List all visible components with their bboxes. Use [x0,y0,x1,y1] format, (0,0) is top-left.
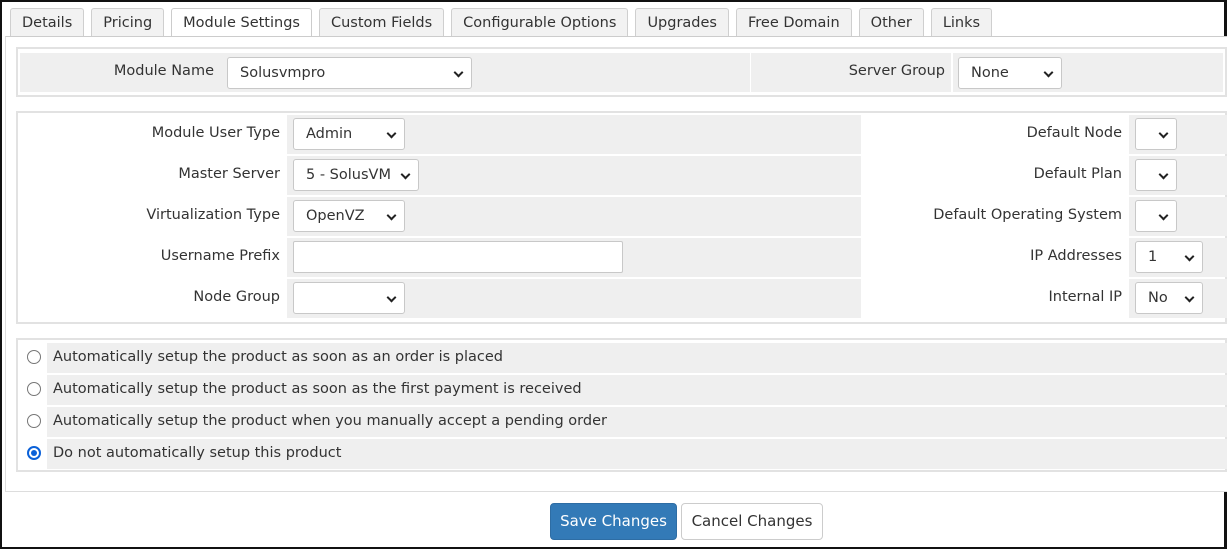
module-user-type-value: Admin [306,126,353,142]
virtualization-type-value: OpenVZ [306,208,365,224]
chevron-down-icon [386,292,397,303]
tab-bar: Details Pricing Module Settings Custom F… [10,8,999,38]
tab-pricing[interactable]: Pricing [91,8,165,36]
setup-option-label[interactable]: Automatically setup the product when you… [53,406,607,436]
module-name-select[interactable]: Solusvmpro [227,57,472,89]
tab-free-domain[interactable]: Free Domain [736,8,852,36]
internal-ip-label: Internal IP [1048,289,1122,305]
server-group-label: Server Group [848,63,945,79]
tab-module-settings[interactable]: Module Settings [171,8,312,38]
virtualization-type-label: Virtualization Type [146,207,280,223]
server-group-value: None [971,65,1009,81]
chevron-down-icon [1184,292,1195,303]
default-node-select[interactable] [1135,118,1177,150]
master-server-select[interactable]: 5 - SolusVM [293,159,419,191]
internal-ip-value: No [1148,290,1168,306]
tab-configurable-options[interactable]: Configurable Options [451,8,629,36]
master-server-label: Master Server [178,166,280,182]
server-group-select[interactable]: None [958,57,1062,89]
setup-option-radio-order-placed[interactable] [27,350,41,364]
default-os-select[interactable] [1135,200,1177,232]
default-plan-select[interactable] [1135,159,1177,191]
virtualization-type-select[interactable]: OpenVZ [293,200,405,232]
tab-other[interactable]: Other [858,8,924,36]
module-user-type-label: Module User Type [151,125,280,141]
chevron-down-icon [1184,251,1195,262]
chevron-down-icon [453,67,464,78]
username-prefix-label: Username Prefix [160,248,280,264]
ip-addresses-value: 1 [1148,249,1158,265]
username-prefix-input[interactable] [293,241,623,273]
chevron-down-icon [1043,67,1054,78]
tab-details[interactable]: Details [10,8,85,36]
module-name-value: Solusvmpro [240,65,326,81]
ip-addresses-select[interactable]: 1 [1135,241,1203,273]
setup-option-radio-no-auto-setup[interactable] [27,446,41,460]
setup-option-label[interactable]: Do not automatically setup this product [53,438,341,468]
chevron-down-icon [400,169,411,180]
setup-option-label[interactable]: Automatically setup the product as soon … [53,342,503,372]
default-os-label: Default Operating System [933,207,1122,223]
chevron-down-icon [1158,210,1169,221]
tab-custom-fields[interactable]: Custom Fields [318,8,445,36]
chevron-down-icon [1158,128,1169,139]
chevron-down-icon [386,210,397,221]
module-name-label: Module Name [113,63,214,79]
setup-option-radio-manual-accept[interactable] [27,414,41,428]
tab-links[interactable]: Links [930,8,993,36]
tab-upgrades[interactable]: Upgrades [635,8,729,36]
master-server-value: 5 - SolusVM [306,167,391,183]
node-group-label: Node Group [193,289,280,305]
default-node-label: Default Node [1026,125,1122,141]
ip-addresses-label: IP Addresses [1030,248,1122,264]
default-plan-label: Default Plan [1033,166,1122,182]
save-changes-button[interactable]: Save Changes [550,503,677,540]
chevron-down-icon [386,128,397,139]
setup-option-label[interactable]: Automatically setup the product as soon … [53,374,582,404]
node-group-select[interactable] [293,282,405,314]
setup-option-radio-payment-received[interactable] [27,382,41,396]
cancel-changes-button[interactable]: Cancel Changes [681,503,823,540]
internal-ip-select[interactable]: No [1135,282,1203,314]
chevron-down-icon [1158,169,1169,180]
module-user-type-select[interactable]: Admin [293,118,405,150]
